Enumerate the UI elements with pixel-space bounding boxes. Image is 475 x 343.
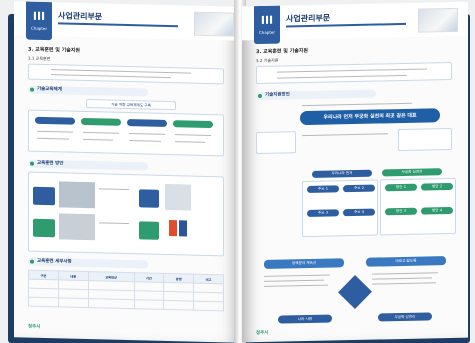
system-center-label: 기술 역량 교육체계도 구축 [86, 98, 176, 111]
chapter-number: III [32, 9, 46, 23]
bullet-icon [30, 87, 34, 92]
footer-logo: 청주시 [28, 324, 41, 330]
training-photo [59, 181, 95, 209]
group-label: 방안 2 [421, 182, 453, 191]
side-note-box [398, 127, 452, 152]
page-header: III Chapter 사업관리부문 [14, 1, 240, 41]
header-photo [418, 7, 458, 33]
training-details-table: 구분 내용 교육대상 기간 방법 비고 [28, 270, 224, 312]
chapter-label: Chapter [259, 29, 275, 36]
header-photo [194, 11, 234, 37]
bullet-icon [258, 93, 262, 99]
group-label: 주요 4 [343, 208, 375, 217]
right-bullets [372, 270, 446, 285]
section-bar-label: 기술교육체계 [37, 86, 62, 93]
subsection-heading: 3.2 기술지원 [256, 57, 279, 64]
center-diamond [338, 275, 372, 309]
bottom-pill-right: 마르고 닳도록 [366, 256, 446, 267]
left-page: III Chapter 사업관리부문 3. 교육훈련 및 기술지원 3.1 교육… [14, 1, 240, 343]
main-banner: 우리나라 먼저 무궁화 실천의 최곳 같은 대표 [300, 108, 440, 126]
group-label: 방안 1 [385, 183, 417, 192]
group-label: 주요 3 [307, 209, 339, 218]
bullet-icon [30, 259, 34, 264]
bottom-button-right: 무궁화 삼천리 [378, 312, 432, 322]
bottom-button-left: 나라 사랑 [278, 314, 332, 324]
chapter-number: III [260, 13, 274, 27]
section-bar-label: 기술지원방안 [265, 92, 290, 98]
left-bullets [264, 272, 338, 287]
left-group-box: 주요 1 주요 2 주요 3 주요 4 [302, 179, 378, 238]
chapter-tab: III Chapter [254, 5, 280, 45]
right-group-box: 방안 1 방안 2 방안 3 방안 4 [380, 177, 456, 236]
training-plan-box [28, 171, 224, 257]
system-diagram [28, 109, 224, 157]
intro-box [256, 61, 452, 85]
document-icon [179, 220, 187, 237]
group-label: 방안 4 [421, 206, 453, 215]
section-bar-training-plan: 교육훈련 방안 [28, 159, 148, 171]
footer-logo: 청주시 [256, 330, 269, 337]
section-bar-label: 교육훈련 세부사항 [37, 258, 72, 265]
side-note-box [256, 131, 296, 155]
section-bar-training-details: 교육훈련 세부사항 [28, 257, 148, 269]
page-title: 사업관리부문 [58, 11, 103, 22]
section-heading: 3. 교육훈련 및 기술지원 [28, 46, 81, 54]
section-bar-label: 교육훈련 방안 [37, 160, 64, 167]
section-heading: 3. 교육훈련 및 기술지원 [256, 47, 309, 56]
section-bar-education-system: 기술교육체계 [28, 85, 148, 97]
office-icon [169, 220, 177, 237]
screen-thumbnail [165, 183, 191, 211]
banner-description [302, 131, 392, 137]
bullet-icon [30, 161, 34, 166]
group-label: 주요 1 [307, 185, 339, 194]
open-booklet: III Chapter 사업관리부문 3. 교육훈련 및 기술지원 3.1 교육… [4, 0, 472, 343]
page-header: III Chapter 사업관리부문 [242, 1, 468, 45]
page-title: 사업관리부문 [286, 13, 331, 24]
label-left: 우리나라 먼저 [312, 169, 372, 178]
subsection-heading: 3.1 교육훈련 [28, 55, 51, 62]
bottom-pill-left: 정책분야 계속선 [264, 258, 344, 269]
right-page: III Chapter 사업관리부문 3. 교육훈련 및 기술지원 3.2 기술… [242, 1, 468, 343]
label-right: 무궁화 실천의 [382, 168, 442, 177]
title-underline [58, 22, 178, 28]
group-label: 방안 3 [385, 207, 417, 216]
section-bar-support-plan: 기술지원방안 [256, 89, 376, 101]
chapter-tab: III Chapter [26, 1, 52, 41]
group-label: 주요 2 [343, 184, 375, 193]
intro-box [28, 63, 224, 85]
chapter-label: Chapter [31, 25, 47, 32]
training-photo [59, 213, 95, 241]
